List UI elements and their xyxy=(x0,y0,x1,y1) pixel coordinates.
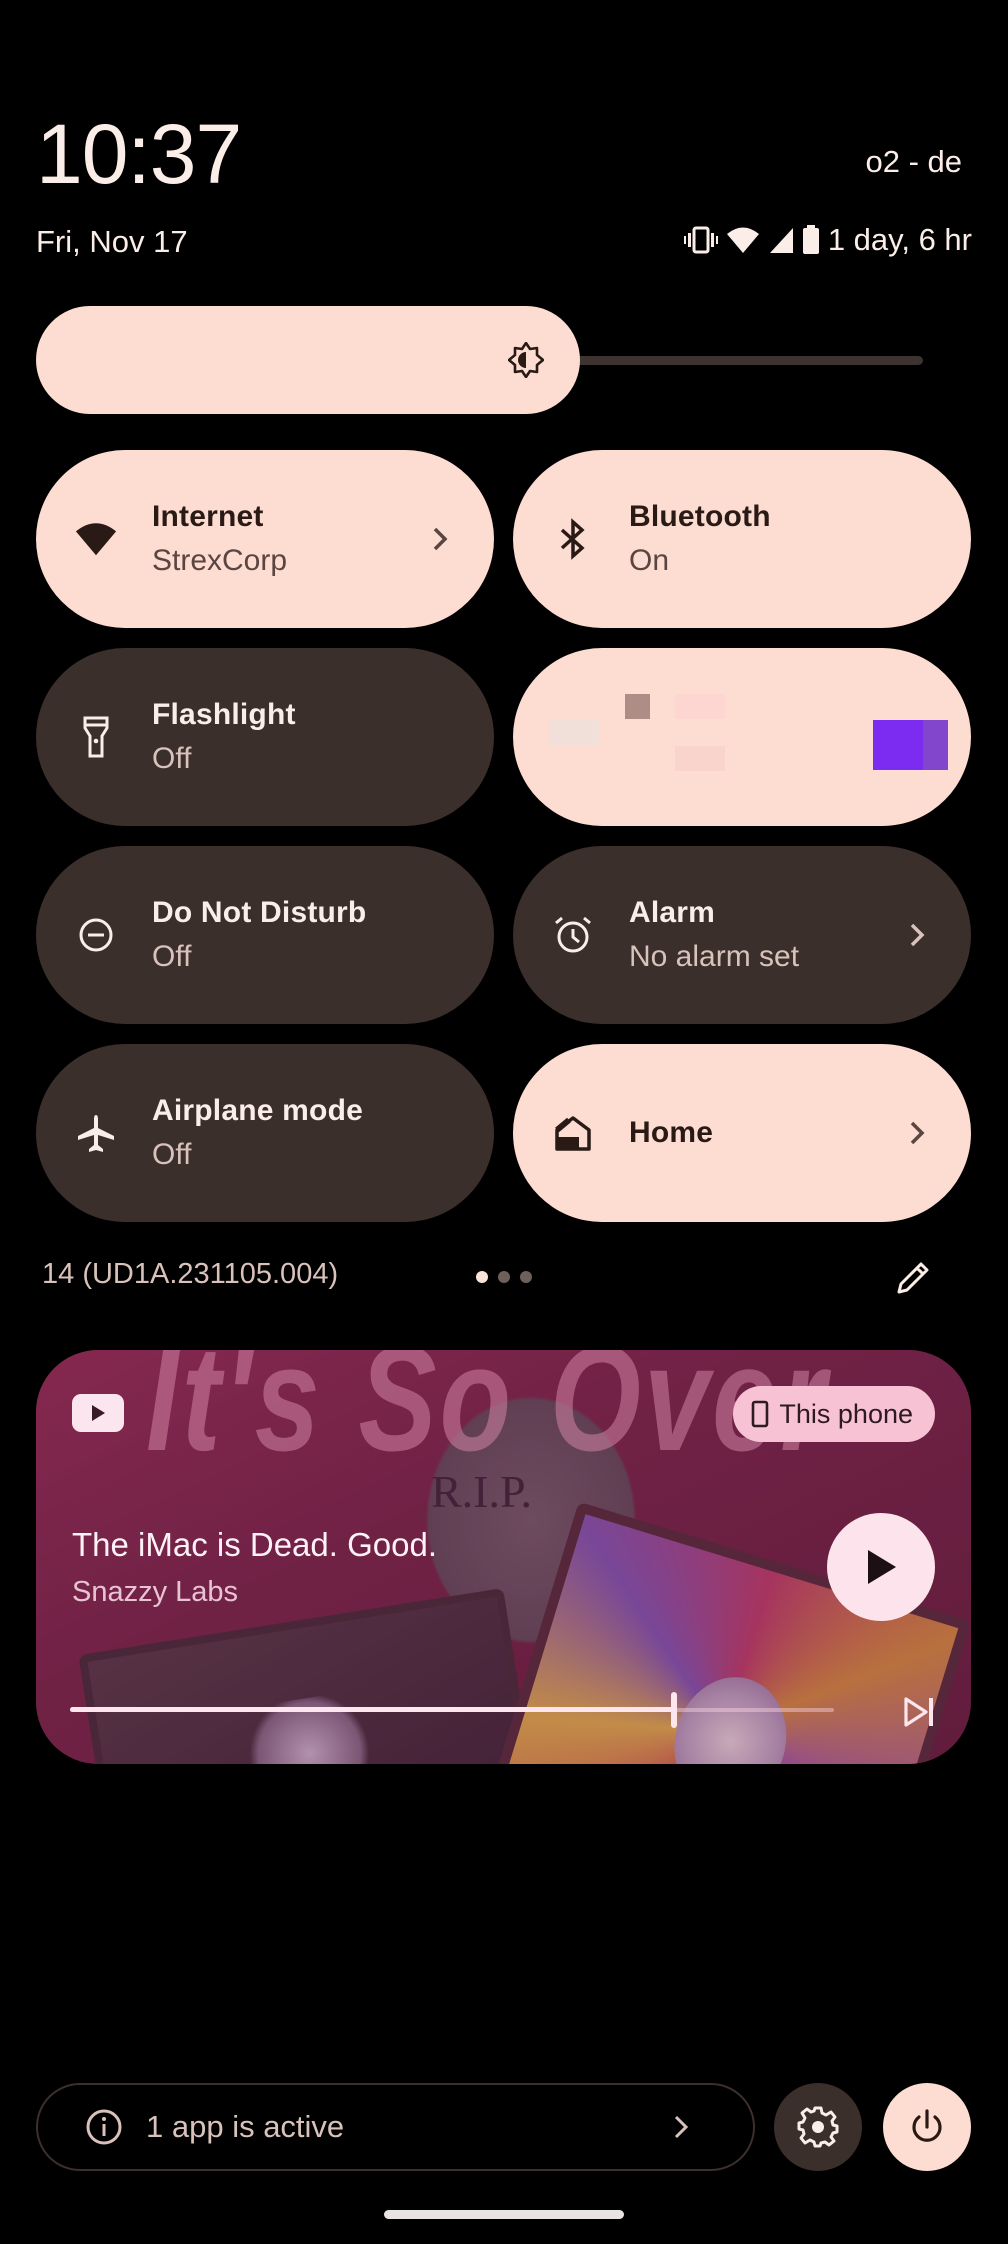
tile-internet[interactable]: Internet StrexCorp xyxy=(36,450,494,628)
settings-button[interactable] xyxy=(774,2083,862,2171)
carrier-label: o2 - de xyxy=(865,144,962,179)
clock[interactable]: 10:37 xyxy=(36,112,242,196)
tile-state: Off xyxy=(152,940,192,973)
date[interactable]: Fri, Nov 17 xyxy=(36,224,188,260)
do-not-disturb-icon xyxy=(74,913,118,957)
play-icon xyxy=(868,1550,896,1584)
skip-next-icon xyxy=(904,1697,933,1727)
power-icon xyxy=(912,2109,942,2142)
status-icons: 1 day, 6 hr xyxy=(683,222,972,258)
pencil-icon xyxy=(897,1262,929,1294)
play-button[interactable] xyxy=(827,1513,935,1621)
youtube-icon xyxy=(72,1394,124,1432)
output-device-label: This phone xyxy=(779,1398,913,1429)
tile-home[interactable]: Home xyxy=(513,1044,971,1222)
tile-alarm[interactable]: Alarm No alarm set xyxy=(513,846,971,1024)
seek-bar[interactable] xyxy=(70,1692,834,1728)
chevron-right-icon xyxy=(910,923,925,947)
media-artist: Snazzy Labs xyxy=(72,1576,239,1608)
page-dot xyxy=(498,1271,510,1283)
media-title: The iMac is Dead. Good. xyxy=(72,1526,437,1563)
tile-state: On xyxy=(629,544,670,577)
tile-state: No alarm set xyxy=(629,940,800,973)
cell-signal-icon xyxy=(768,225,794,255)
redacted-block xyxy=(625,694,650,719)
vibrate-icon xyxy=(683,225,718,255)
brightness-fill[interactable] xyxy=(36,306,580,414)
tile-label: Flashlight xyxy=(152,698,296,731)
media-player[interactable]: It's So Over R.I.P. This phone The iMac … xyxy=(36,1350,971,1764)
alarm-icon xyxy=(551,913,595,957)
build-number[interactable]: 14 (UD1A.231105.004) xyxy=(42,1258,338,1291)
tile-redacted[interactable] xyxy=(513,648,971,826)
active-apps-label: 1 app is active xyxy=(146,2109,345,2144)
redacted-block xyxy=(675,694,725,719)
skip-next-button[interactable] xyxy=(901,1694,937,1730)
chevron-right-icon xyxy=(433,527,448,551)
home-gesture-handle[interactable] xyxy=(384,2210,624,2219)
redacted-block xyxy=(873,720,923,770)
tile-state: StrexCorp xyxy=(152,544,288,577)
seek-progress xyxy=(70,1707,674,1712)
tile-flashlight[interactable]: Flashlight Off xyxy=(36,648,494,826)
tile-label: Alarm xyxy=(629,896,716,929)
seek-thumb[interactable] xyxy=(671,1692,677,1728)
brightness-icon xyxy=(507,341,545,379)
chevron-right-icon xyxy=(910,1121,925,1145)
wifi-icon xyxy=(74,517,118,561)
redacted-block xyxy=(549,720,599,745)
tile-do-not-disturb[interactable]: Do Not Disturb Off xyxy=(36,846,494,1024)
brightness-track[interactable] xyxy=(576,356,923,365)
tile-bluetooth[interactable]: Bluetooth On xyxy=(513,450,971,628)
info-icon xyxy=(86,2109,122,2145)
tile-state: Off xyxy=(152,742,192,775)
wifi-icon xyxy=(726,225,760,255)
tile-airplane-mode[interactable]: Airplane mode Off xyxy=(36,1044,494,1222)
page-dot xyxy=(476,1271,488,1283)
bluetooth-icon xyxy=(551,517,595,561)
tile-label: Bluetooth xyxy=(629,500,771,533)
active-apps-button[interactable]: 1 app is active xyxy=(36,2083,755,2171)
home-icon xyxy=(551,1111,595,1155)
brightness-slider[interactable] xyxy=(36,306,972,414)
tile-state: Off xyxy=(152,1138,192,1171)
edit-button[interactable] xyxy=(893,1258,933,1298)
power-button[interactable] xyxy=(883,2083,971,2171)
battery-text: 1 day, 6 hr xyxy=(827,222,972,257)
tile-label: Internet xyxy=(152,500,264,533)
redacted-block xyxy=(675,746,725,771)
page-dot xyxy=(520,1271,532,1283)
chevron-right-icon xyxy=(674,2115,689,2139)
output-device-chip[interactable]: This phone xyxy=(733,1386,935,1442)
tile-label: Airplane mode xyxy=(152,1094,363,1127)
gear-icon xyxy=(797,2106,839,2148)
flashlight-icon xyxy=(74,715,118,759)
redacted-block xyxy=(923,720,948,770)
phone-icon xyxy=(752,1400,769,1428)
tile-label: Home xyxy=(629,1116,714,1149)
page-indicator xyxy=(476,1271,532,1283)
tile-label: Do Not Disturb xyxy=(152,896,367,929)
battery-icon xyxy=(802,225,820,255)
airplane-icon xyxy=(74,1111,118,1155)
